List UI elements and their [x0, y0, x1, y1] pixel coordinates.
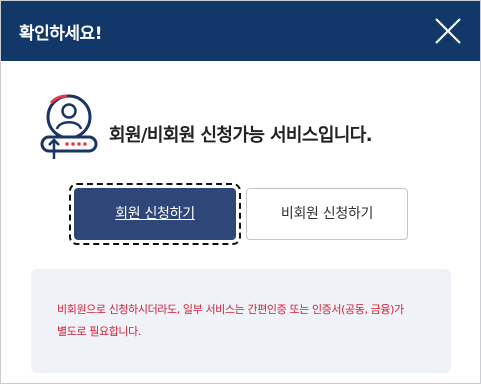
- message-text: 회원/비회원 신청가능 서비스입니다.: [109, 125, 373, 146]
- notice-line-1: 비회원으로 신청하시더라도, 일부 서비스는 간편인증 또는 인증서(공동, 금…: [57, 303, 404, 316]
- dialog-title: 확인하세요!: [19, 24, 102, 44]
- confirm-dialog: 확인하세요! 회원/비회원 신청가능 서비스입니다. 회원 신청하기 비회원 신…: [0, 0, 481, 384]
- notice-line-2: 별도로 필요합니다.: [57, 325, 141, 338]
- message-row: 회원/비회원 신청가능 서비스입니다.: [37, 93, 457, 173]
- dialog-header: 확인하세요!: [1, 1, 480, 61]
- close-icon: [435, 18, 461, 44]
- close-button[interactable]: [432, 15, 464, 47]
- member-apply-button[interactable]: 회원 신청하기: [74, 188, 236, 240]
- user-login-icon: [40, 94, 98, 159]
- notice-box: 비회원으로 신청하시더라도, 일부 서비스는 간편인증 또는 인증서(공동, 금…: [31, 269, 451, 373]
- guest-apply-button[interactable]: 비회원 신청하기: [246, 188, 408, 240]
